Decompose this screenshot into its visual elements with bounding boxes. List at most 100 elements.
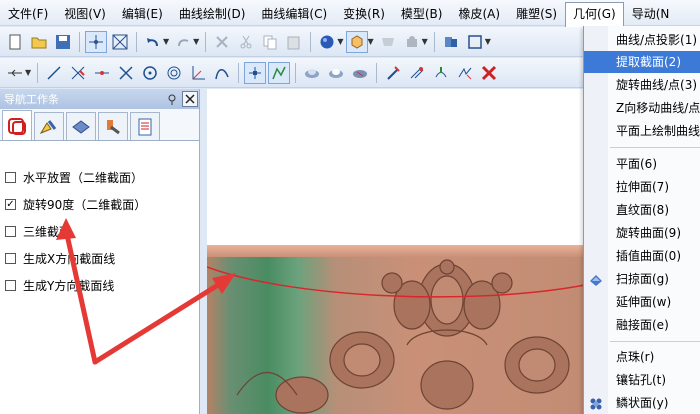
menu-geometry[interactable]: 几何(G) xyxy=(565,1,624,28)
document-tab-icon[interactable] xyxy=(130,112,160,140)
option-label: 生成Y方向截面线 xyxy=(23,278,115,293)
geometry-menu: 曲线/点投影(1) 提取截面(2) 旋转曲线/点(3) Z向移动曲线/点 平面上… xyxy=(583,26,700,414)
copy-icon[interactable] xyxy=(259,31,281,53)
sphere-shade-icon[interactable] xyxy=(316,31,338,53)
toolbar-separator xyxy=(136,31,137,52)
toolbar-separator xyxy=(205,31,207,52)
render-c-icon[interactable] xyxy=(349,62,371,84)
menu-item-curve-point-projection[interactable]: 曲线/点投影(1) xyxy=(584,29,700,51)
save-icon[interactable] xyxy=(52,31,74,53)
cross-icon[interactable] xyxy=(115,62,137,84)
menu-item-bead[interactable]: 点珠(r) xyxy=(584,346,700,368)
checkbox[interactable] xyxy=(5,279,16,291)
point-grid-icon[interactable] xyxy=(244,61,267,84)
tool-b-icon[interactable] xyxy=(406,62,428,84)
redo-icon[interactable] xyxy=(172,31,194,53)
chevron-down-icon[interactable]: ▼ xyxy=(485,37,491,46)
menu-item-extend-surface[interactable]: 延伸面(w) xyxy=(584,291,700,313)
checkbox[interactable] xyxy=(5,225,16,237)
circle-icon[interactable] xyxy=(139,62,161,84)
menu-transform[interactable]: 变换(R) xyxy=(335,2,393,24)
undo-icon[interactable] xyxy=(142,31,164,53)
tool-a-icon[interactable] xyxy=(382,62,404,84)
axis-icon[interactable] xyxy=(187,62,209,84)
body-icon[interactable] xyxy=(401,31,423,53)
chevron-down-icon[interactable]: ▼ xyxy=(422,37,428,46)
toolbar-separator xyxy=(433,31,435,52)
option-y-section-lines[interactable]: 生成Y方向截面线 xyxy=(5,273,146,297)
surface-icon[interactable] xyxy=(377,31,399,53)
cut-icon[interactable] xyxy=(235,31,257,53)
close-icon[interactable] xyxy=(182,91,198,107)
render-a-icon[interactable] xyxy=(301,62,323,84)
option-label: 三维截面 xyxy=(23,224,72,239)
section-options: 水平放置（二维截面） ✓ 旋转90度（二维截面） 三维截面 生成X方向截面线 生… xyxy=(5,165,146,300)
option-x-section-lines[interactable]: 生成X方向截面线 xyxy=(5,246,146,270)
checkbox[interactable] xyxy=(5,171,16,183)
menu-curve-edit[interactable]: 曲线编辑(C) xyxy=(253,2,335,24)
cancel-icon[interactable] xyxy=(478,62,500,84)
line-icon[interactable] xyxy=(43,62,65,84)
menu-item-extrude-surface[interactable]: 拉伸面(7) xyxy=(584,176,700,198)
checkbox-checked[interactable]: ✓ xyxy=(5,198,16,210)
menu-sculpt[interactable]: 雕塑(S) xyxy=(508,2,565,24)
tool-tab-icon[interactable] xyxy=(98,112,128,140)
chevron-down-icon[interactable]: ▼ xyxy=(25,68,31,77)
paste-icon[interactable] xyxy=(283,31,305,53)
render-b-icon[interactable] xyxy=(325,62,347,84)
tool-d-icon[interactable] xyxy=(454,62,476,84)
option-rotate-90[interactable]: ✓ 旋转90度（二维截面） xyxy=(5,192,146,216)
menu-item-blend-surface[interactable]: 融接面(e) xyxy=(584,314,700,336)
menu-item-z-move-curve[interactable]: Z向移动曲线/点 xyxy=(584,97,700,119)
menu-model[interactable]: 模型(B) xyxy=(393,2,451,24)
chevron-down-icon[interactable]: ▼ xyxy=(193,37,199,46)
curve-edit-icon[interactable] xyxy=(268,61,291,84)
menu-item-extract-section[interactable]: 提取截面(2) xyxy=(584,51,700,73)
shape-tab-icon[interactable] xyxy=(66,112,96,140)
trim-icon[interactable] xyxy=(67,62,89,84)
chevron-down-icon[interactable]: ▼ xyxy=(367,37,373,46)
option-label: 旋转90度（二维截面） xyxy=(23,197,147,212)
menu-bar: 文件(F) 视图(V) 编辑(E) 曲线绘制(D) 曲线编辑(C) 变换(R) … xyxy=(0,0,700,28)
menu-item-draw-on-plane[interactable]: 平面上绘制曲线 xyxy=(584,120,700,142)
ring-icon[interactable] xyxy=(163,62,185,84)
material-icon[interactable] xyxy=(440,31,462,53)
curve-icon[interactable] xyxy=(211,62,233,84)
option-3d-section[interactable]: 三维截面 xyxy=(5,219,146,243)
menu-item-revolve-surface[interactable]: 旋转曲面(9) xyxy=(584,222,700,244)
frame-icon[interactable] xyxy=(464,31,486,53)
menu-item-scale-surface[interactable]: 鳞状面(y) xyxy=(584,392,700,414)
tool-c-icon[interactable] xyxy=(430,62,452,84)
open-folder-icon[interactable] xyxy=(28,31,50,53)
layer-tab-icon[interactable] xyxy=(2,110,32,140)
delete-icon[interactable] xyxy=(211,31,233,53)
edit-tab-icon[interactable] xyxy=(34,112,64,140)
menu-view[interactable]: 视图(V) xyxy=(56,2,114,24)
menu-item-ruled-surface[interactable]: 直纹面(8) xyxy=(584,199,700,221)
menu-edit[interactable]: 编辑(E) xyxy=(114,2,171,24)
menu-guide[interactable]: 导动(N xyxy=(624,2,678,24)
menu-curve-draw[interactable]: 曲线绘制(D) xyxy=(171,2,254,24)
extend-icon[interactable] xyxy=(91,62,113,84)
move-icon[interactable] xyxy=(4,62,26,84)
new-file-icon[interactable] xyxy=(4,31,26,53)
menu-eraser[interactable]: 橡皮(A) xyxy=(450,2,508,24)
pin-icon[interactable] xyxy=(164,91,180,107)
menu-file[interactable]: 文件(F) xyxy=(0,2,56,24)
model-viewport[interactable] xyxy=(207,89,585,414)
menu-separator xyxy=(610,147,700,148)
chevron-down-icon[interactable]: ▼ xyxy=(163,37,169,46)
menu-item-sweep-surface[interactable]: 扫掠面(g) xyxy=(584,268,700,290)
toolbar-separator xyxy=(79,31,80,52)
menu-item-inlay-hole[interactable]: 镶钻孔(t) xyxy=(584,369,700,391)
chevron-down-icon[interactable]: ▼ xyxy=(337,37,343,46)
menu-item-interpolate-surface[interactable]: 插值曲面(0) xyxy=(584,245,700,267)
option-horizontal-placement[interactable]: 水平放置（二维截面） xyxy=(5,165,146,189)
grid-snap-icon[interactable] xyxy=(85,30,107,53)
checkbox[interactable] xyxy=(5,252,16,264)
window-fit-icon[interactable] xyxy=(109,31,131,53)
toolbar-separator xyxy=(295,62,297,83)
menu-item-rotate-curve-point[interactable]: 旋转曲线/点(3) xyxy=(584,74,700,96)
view-cube-icon[interactable] xyxy=(346,30,369,53)
menu-item-plane[interactable]: 平面(6) xyxy=(584,153,700,175)
